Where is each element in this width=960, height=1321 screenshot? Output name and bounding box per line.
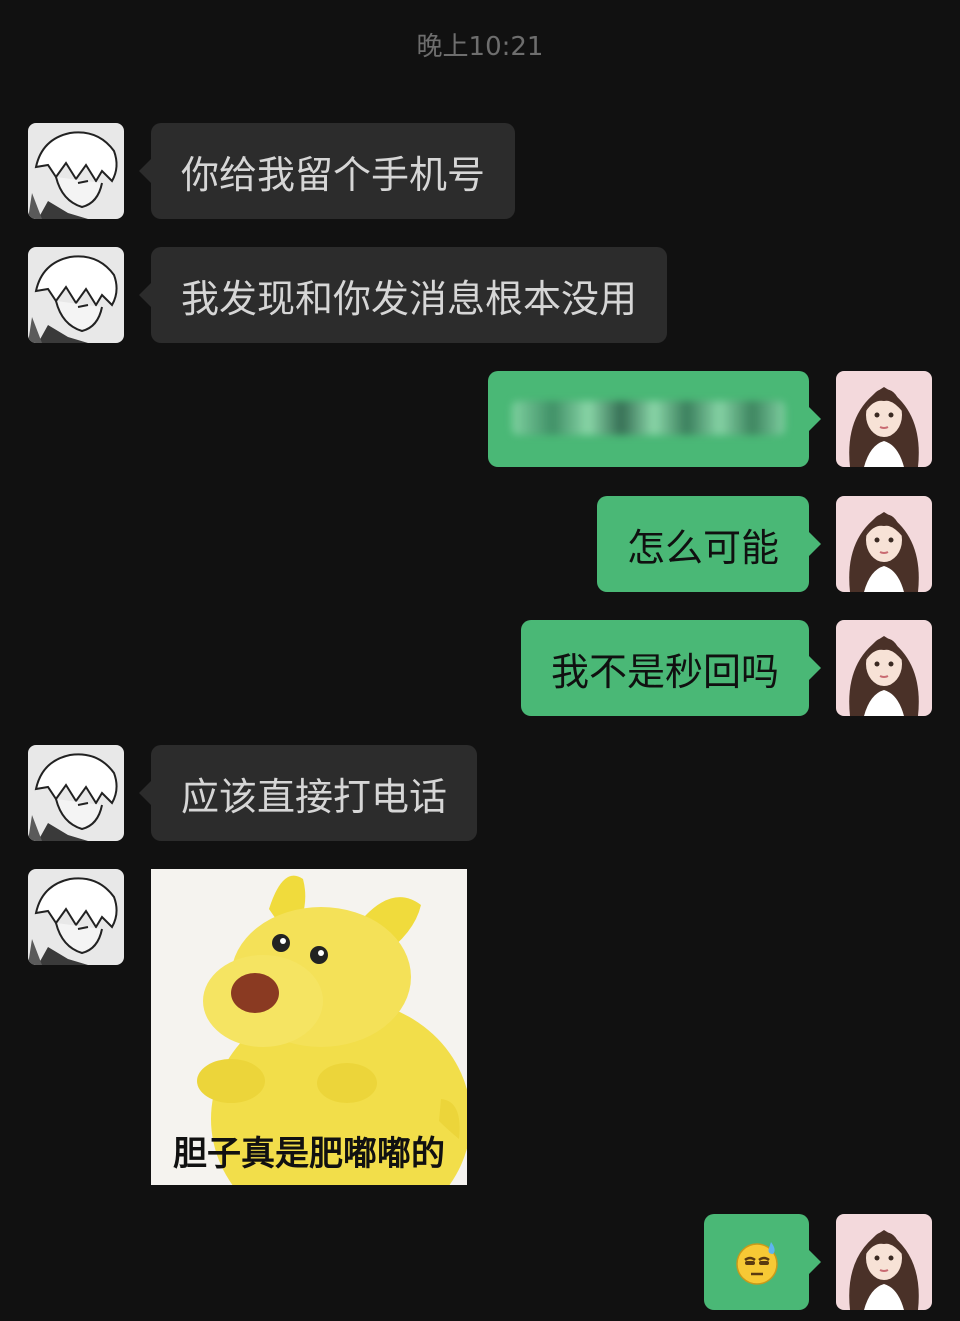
girl-portrait-avatar-image [836, 371, 932, 467]
self-avatar[interactable] [836, 371, 932, 467]
message-text: 我不是秒回吗 [550, 649, 779, 694]
girl-portrait-avatar-image [836, 496, 932, 592]
message-text: 你给我留个手机号 [181, 152, 486, 197]
self-avatar[interactable] [836, 620, 932, 716]
self-avatar[interactable] [836, 496, 932, 592]
outgoing-message-bubble-blurred[interactable] [488, 371, 821, 467]
incoming-message-bubble[interactable]: 我发现和你发消息根本没用 [138, 247, 668, 343]
manga-character-avatar-image [28, 745, 124, 841]
manga-character-avatar-image [28, 123, 124, 219]
message-text: 怎么可能 [626, 525, 779, 570]
girl-portrait-avatar-image [836, 1214, 932, 1310]
sticker-message[interactable]: 胆子真是肥嘟嘟的 [151, 869, 467, 1185]
contact-avatar[interactable] [28, 247, 124, 343]
incoming-message-bubble[interactable]: 你给我留个手机号 [138, 123, 516, 219]
manga-character-avatar-image [28, 247, 124, 343]
outgoing-message-bubble[interactable]: 我不是秒回吗 [520, 620, 822, 716]
girl-portrait-avatar-image [836, 620, 932, 716]
manga-character-avatar-image [28, 869, 124, 965]
contact-avatar[interactable] [28, 869, 124, 965]
contact-avatar[interactable] [28, 745, 124, 841]
blurred-phone-number [512, 401, 785, 435]
message-text: 应该直接打电话 [181, 774, 448, 819]
outgoing-message-bubble[interactable]: 怎么可能 [596, 496, 822, 592]
contact-avatar[interactable] [28, 123, 124, 219]
self-avatar[interactable] [836, 1214, 932, 1310]
incoming-message-bubble[interactable]: 应该直接打电话 [138, 745, 478, 841]
cold-sweat-emoji-icon [735, 1242, 778, 1285]
chat-timestamp: 晚上10:21 [416, 32, 544, 62]
outgoing-emoji-bubble[interactable] [704, 1214, 821, 1310]
sticker-caption: 胆子真是肥嘟嘟的 [173, 1134, 445, 1174]
message-text: 我发现和你发消息根本没用 [181, 276, 638, 321]
